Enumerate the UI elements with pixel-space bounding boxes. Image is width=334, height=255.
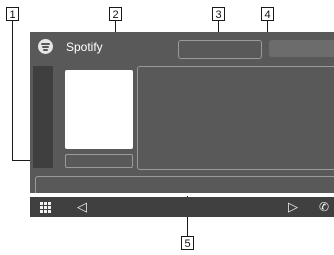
track-information-panel [137,66,334,170]
back-icon[interactable]: ◁ [77,199,87,215]
playback-status-area [178,40,262,59]
callout-1: 1 [6,7,19,21]
leader-line-1 [12,21,13,161]
callout-4: 4 [261,7,274,21]
side-panel-handle[interactable] [33,66,53,168]
source-screen: Spotify [30,32,334,193]
forward-icon[interactable]: ▷ [288,199,298,215]
top-right-status-bar [269,40,334,57]
callout-3: 3 [212,7,225,21]
phone-icon[interactable]: ✆ [319,199,329,215]
operation-button-bar[interactable] [35,176,334,193]
spotify-icon [38,39,53,54]
callout-2: 2 [109,7,122,21]
callout-5: 5 [181,236,194,250]
album-artwork[interactable] [65,70,133,149]
app-grid-icon[interactable] [40,202,51,213]
source-title: Spotify [66,40,103,54]
artwork-caption-area [65,154,133,168]
bottom-navigation-bar: ◁ ▷ ✆ [30,197,334,217]
